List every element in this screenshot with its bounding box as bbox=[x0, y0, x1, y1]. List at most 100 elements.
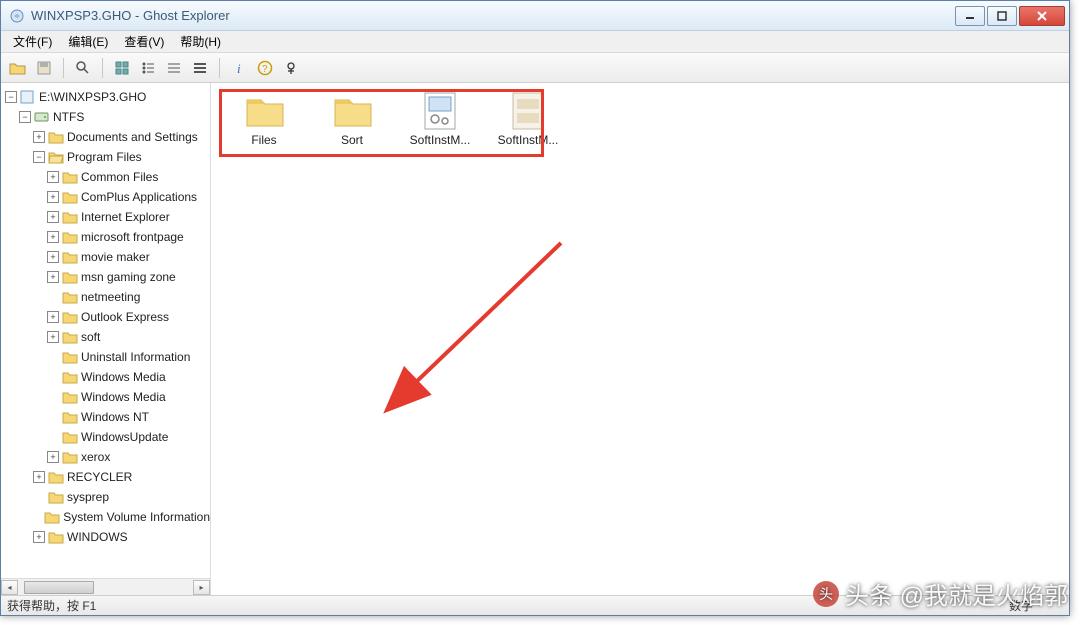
search-icon[interactable] bbox=[72, 57, 94, 79]
folder-icon bbox=[62, 350, 78, 364]
tree-item[interactable]: +WINDOWS bbox=[33, 527, 210, 547]
folder-open-icon bbox=[48, 150, 64, 164]
scroll-thumb[interactable] bbox=[24, 581, 94, 594]
folder-icon bbox=[48, 130, 64, 144]
statusbar: 获得帮助，按 F1 数字 bbox=[1, 595, 1069, 615]
folder-icon bbox=[48, 470, 64, 484]
menu-file[interactable]: 文件(F) bbox=[5, 31, 60, 52]
tree-label: msn gaming zone bbox=[81, 270, 176, 284]
tree-item-msn[interactable]: +msn gaming zone bbox=[47, 267, 210, 287]
svg-text:?: ? bbox=[262, 64, 268, 75]
folder-icon bbox=[44, 510, 60, 524]
ghost-icon[interactable] bbox=[280, 57, 302, 79]
tree-ntfs[interactable]: − NTFS bbox=[19, 107, 210, 127]
tree-item-common[interactable]: +Common Files bbox=[47, 167, 210, 187]
folder-icon bbox=[62, 430, 78, 444]
info-icon[interactable]: i bbox=[228, 57, 250, 79]
save-icon[interactable] bbox=[33, 57, 55, 79]
folder-icon bbox=[48, 530, 64, 544]
file-label: Sort bbox=[317, 133, 387, 147]
file-item-0[interactable]: Files bbox=[229, 91, 299, 147]
menu-view[interactable]: 查看(V) bbox=[116, 31, 172, 52]
tree-item-soft[interactable]: +soft bbox=[47, 327, 210, 347]
tree-label: Uninstall Information bbox=[81, 350, 190, 364]
tree-label: soft bbox=[81, 330, 100, 344]
tree-program-files[interactable]: −Program Files bbox=[33, 147, 210, 167]
folder-icon bbox=[48, 490, 64, 504]
folder-icon bbox=[62, 170, 78, 184]
tree-item[interactable]: System Volume Information bbox=[33, 507, 210, 527]
tree-item-wm2[interactable]: Windows Media bbox=[47, 387, 210, 407]
minimize-button[interactable] bbox=[955, 6, 985, 26]
folder-icon bbox=[62, 390, 78, 404]
tree-item-netmeeting[interactable]: netmeeting bbox=[47, 287, 210, 307]
file-item-1[interactable]: Sort bbox=[317, 91, 387, 147]
tree-label: ComPlus Applications bbox=[81, 190, 197, 204]
folder-icon bbox=[62, 250, 78, 264]
scroll-left-icon[interactable]: ◂ bbox=[1, 580, 18, 595]
folder-icon bbox=[62, 410, 78, 424]
help-icon[interactable]: ? bbox=[254, 57, 276, 79]
tree-label: xerox bbox=[81, 450, 110, 464]
menu-help[interactable]: 帮助(H) bbox=[172, 31, 229, 52]
folder-icon bbox=[331, 91, 373, 131]
folder-icon bbox=[62, 370, 78, 384]
drive-icon bbox=[34, 110, 50, 124]
scroll-right-icon[interactable]: ▸ bbox=[193, 580, 210, 595]
folder-icon bbox=[243, 91, 285, 131]
tree-pane: − E:\WINXPSP3.GHO − NTFS bbox=[1, 83, 211, 595]
menubar: 文件(F) 编辑(E) 查看(V) 帮助(H) bbox=[1, 31, 1069, 53]
tree-item-winnt[interactable]: Windows NT bbox=[47, 407, 210, 427]
view-detail-icon[interactable] bbox=[189, 57, 211, 79]
tree-root[interactable]: − E:\WINXPSP3.GHO bbox=[5, 87, 210, 107]
file-label: SoftInstM... bbox=[405, 133, 475, 147]
file-config-icon bbox=[419, 91, 461, 131]
tree-label: Windows Media bbox=[81, 370, 166, 384]
tree-item-xerox[interactable]: +xerox bbox=[47, 447, 210, 467]
folder-icon bbox=[62, 310, 78, 324]
tree-item[interactable]: +Documents and Settings bbox=[33, 127, 210, 147]
file-label: Files bbox=[229, 133, 299, 147]
ghost-file-icon bbox=[20, 90, 36, 104]
folder-icon bbox=[62, 290, 78, 304]
menu-edit[interactable]: 编辑(E) bbox=[60, 31, 116, 52]
status-help: 获得帮助，按 F1 bbox=[7, 597, 1009, 614]
file-item-3[interactable]: SoftInstM... bbox=[493, 91, 563, 147]
folder-icon bbox=[62, 210, 78, 224]
tree-item-ie[interactable]: +Internet Explorer bbox=[47, 207, 210, 227]
tree-label: microsoft frontpage bbox=[81, 230, 184, 244]
status-right: 数字 bbox=[1009, 597, 1063, 614]
file-item-2[interactable]: SoftInstM... bbox=[405, 91, 475, 147]
view-small-icon[interactable] bbox=[137, 57, 159, 79]
view-list-icon[interactable] bbox=[163, 57, 185, 79]
folder-icon bbox=[62, 270, 78, 284]
window-title: WINXPSP3.GHO - Ghost Explorer bbox=[31, 8, 953, 23]
file-exe-icon bbox=[507, 91, 549, 131]
view-large-icon[interactable] bbox=[111, 57, 133, 79]
horizontal-scrollbar[interactable]: ◂ ▸ bbox=[1, 578, 210, 595]
tree-label: movie maker bbox=[81, 250, 150, 264]
tree-item[interactable]: +RECYCLER bbox=[33, 467, 210, 487]
list-pane[interactable]: Files Sort SoftInstM... SoftInstM... bbox=[211, 83, 1069, 595]
file-label: SoftInstM... bbox=[493, 133, 563, 147]
tree-label: Outlook Express bbox=[81, 310, 169, 324]
tree-item-winupdate[interactable]: WindowsUpdate bbox=[47, 427, 210, 447]
tree-item-uninstall[interactable]: Uninstall Information bbox=[47, 347, 210, 367]
folder-icon bbox=[62, 330, 78, 344]
tree-item-movie[interactable]: +movie maker bbox=[47, 247, 210, 267]
open-icon[interactable] bbox=[7, 57, 29, 79]
tree-item-frontpage[interactable]: +microsoft frontpage bbox=[47, 227, 210, 247]
folder-icon bbox=[62, 230, 78, 244]
tree-label: Windows NT bbox=[81, 410, 149, 424]
tree-item-wm1[interactable]: Windows Media bbox=[47, 367, 210, 387]
tree-item[interactable]: sysprep bbox=[33, 487, 210, 507]
tree-item-outlook[interactable]: +Outlook Express bbox=[47, 307, 210, 327]
maximize-button[interactable] bbox=[987, 6, 1017, 26]
close-button[interactable] bbox=[1019, 6, 1065, 26]
svg-text:i: i bbox=[237, 61, 241, 76]
folder-icon bbox=[62, 450, 78, 464]
folder-icon bbox=[62, 190, 78, 204]
tree-label: netmeeting bbox=[81, 290, 140, 304]
tree-label: Internet Explorer bbox=[81, 210, 170, 224]
tree-item-complus[interactable]: +ComPlus Applications bbox=[47, 187, 210, 207]
